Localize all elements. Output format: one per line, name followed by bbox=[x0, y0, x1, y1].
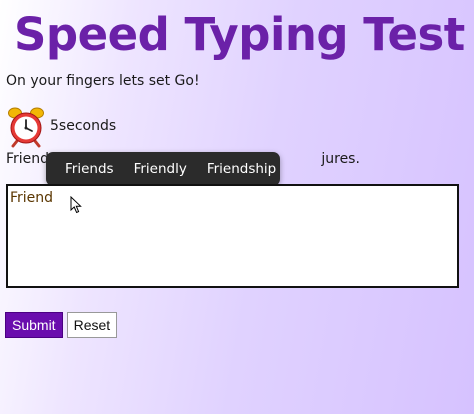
page-title: Speed Typing Test bbox=[14, 8, 465, 61]
timer-text: 5seconds bbox=[50, 118, 117, 134]
mouse-pointer-icon bbox=[70, 196, 82, 214]
alarm-clock-icon bbox=[8, 107, 44, 148]
suggestion-friends[interactable]: Friends bbox=[46, 161, 124, 177]
suggestion-friendship[interactable]: Friendship bbox=[197, 161, 286, 177]
reset-button[interactable]: Reset bbox=[66, 312, 118, 338]
suggestion-friendly[interactable]: Friendly bbox=[124, 161, 197, 177]
timer: 5seconds bbox=[6, 104, 116, 148]
autocomplete-suggestions: Friends Friendly Friendship bbox=[46, 152, 280, 186]
action-buttons: Submit Reset bbox=[5, 312, 118, 338]
sentence-end: jures. bbox=[321, 151, 360, 167]
subtitle: On your fingers lets set Go! bbox=[6, 73, 200, 89]
submit-button[interactable]: Submit bbox=[5, 312, 63, 338]
